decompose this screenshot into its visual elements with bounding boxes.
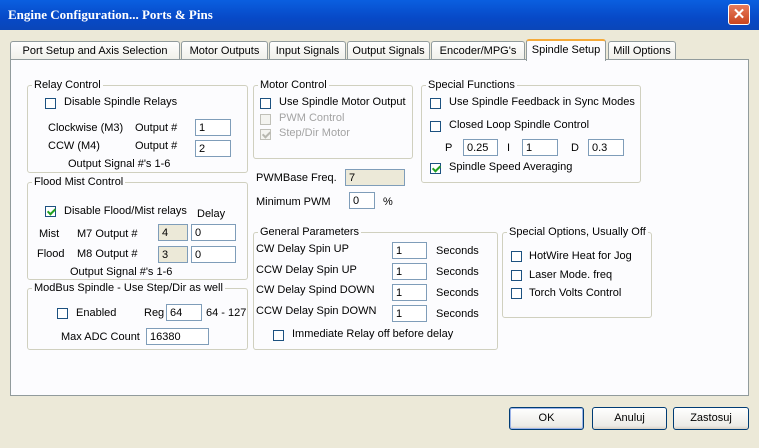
modbus-spindle-title: ModBus Spindle - Use Step/Dir as well <box>34 282 223 294</box>
closed-loop-checkbox[interactable] <box>430 121 441 132</box>
disable-spindle-relays-label: Disable Spindle Relays <box>64 96 178 108</box>
flood-mist-title: Flood Mist Control <box>34 176 124 188</box>
step-dir-motor-label: Step/Dir Motor <box>279 127 350 139</box>
tab-encoder-mpg[interactable]: Encoder/MPG's <box>431 41 525 59</box>
ccw-spin-up-input[interactable] <box>392 263 427 280</box>
relay-output-note: Output Signal #'s 1-6 <box>68 158 171 170</box>
tab-output-signals[interactable]: Output Signals <box>347 41 430 59</box>
ccw-spin-up-unit: Seconds <box>436 266 479 278</box>
delay-label: Delay <box>197 208 226 220</box>
cw-spin-up-input[interactable] <box>392 242 427 259</box>
closed-loop-label: Closed Loop Spindle Control <box>449 119 590 131</box>
torch-volts-label: Torch Volts Control <box>529 287 622 299</box>
ccw-spin-down-input[interactable] <box>392 305 427 322</box>
cancel-button[interactable]: Anuluj <box>592 407 667 430</box>
pwm-base-freq-label: PWMBase Freq. <box>256 172 337 184</box>
use-spindle-motor-label: Use Spindle Motor Output <box>279 96 406 108</box>
hotwire-checkbox[interactable] <box>511 251 522 262</box>
disable-flood-mist-label: Disable Flood/Mist relays <box>64 205 187 217</box>
m8-output-input[interactable] <box>158 246 188 263</box>
modbus-enabled-label: Enabled <box>76 307 117 319</box>
immediate-relay-checkbox[interactable] <box>273 330 284 341</box>
pwm-base-freq-input[interactable] <box>345 169 405 186</box>
laser-mode-checkbox[interactable] <box>511 270 522 281</box>
spindle-feedback-checkbox[interactable] <box>430 98 441 109</box>
speed-averaging-checkbox[interactable] <box>430 163 441 174</box>
apply-button[interactable]: Zastosuj <box>673 407 749 430</box>
p-input[interactable] <box>463 139 498 156</box>
tab-input-signals[interactable]: Input Signals <box>269 41 346 59</box>
tab-mill-options[interactable]: Mill Options <box>608 41 676 59</box>
general-parameters-title: General Parameters <box>260 226 360 238</box>
special-functions-title: Special Functions <box>428 79 515 91</box>
immediate-relay-label: Immediate Relay off before delay <box>292 328 454 340</box>
disable-spindle-relays-checkbox[interactable] <box>45 98 56 109</box>
speed-averaging-label: Spindle Speed Averaging <box>449 161 573 173</box>
ccw-output-input[interactable] <box>195 140 231 157</box>
modbus-enabled-checkbox[interactable] <box>57 308 68 319</box>
cw-spin-up-label: CW Delay Spin UP <box>256 243 349 255</box>
p-label: P <box>445 142 453 154</box>
use-spindle-motor-checkbox[interactable] <box>260 98 271 109</box>
mist-label: Mist <box>39 228 60 240</box>
torch-volts-checkbox[interactable] <box>511 288 522 299</box>
disable-flood-mist-checkbox[interactable] <box>45 206 56 217</box>
motor-control-title: Motor Control <box>260 79 327 91</box>
special-options-title: Special Options, Usually Off <box>509 226 646 238</box>
cw-output-input[interactable] <box>195 119 231 136</box>
modbus-reg-input[interactable] <box>166 304 202 321</box>
ccw-spin-up-label: CCW Delay Spin UP <box>256 264 357 276</box>
flood-delay-input[interactable] <box>191 246 236 263</box>
m7-output-input[interactable] <box>158 224 188 241</box>
mist-delay-input[interactable] <box>191 224 236 241</box>
i-input[interactable] <box>522 139 558 156</box>
d-input[interactable] <box>588 139 624 156</box>
ccw-spin-down-label: CCW Delay Spin DOWN <box>256 305 377 317</box>
m7-output-label: M7 Output # <box>77 228 138 240</box>
minimum-pwm-label: Minimum PWM <box>256 196 331 208</box>
d-label: D <box>571 142 579 154</box>
laser-mode-label: Laser Mode. freq <box>529 269 613 281</box>
spindle-feedback-label: Use Spindle Feedback in Sync Modes <box>449 96 635 108</box>
modbus-reg-label: Reg <box>144 307 165 319</box>
relay-control-title: Relay Control <box>34 79 101 91</box>
window-title: Engine Configuration... Ports & Pins <box>8 7 213 22</box>
minimum-pwm-input[interactable] <box>349 192 375 209</box>
modbus-reg-range: 64 - 127 <box>206 307 247 319</box>
close-button[interactable]: ✕ <box>728 4 750 25</box>
cw-spin-down-input[interactable] <box>392 284 427 301</box>
max-adc-label: Max ADC Count <box>61 331 140 343</box>
tab-port-setup[interactable]: Port Setup and Axis Selection <box>10 41 180 59</box>
hotwire-label: HotWire Heat for Jog <box>529 250 632 262</box>
ccw-spin-down-unit: Seconds <box>436 308 479 320</box>
pwm-control-label: PWM Control <box>279 112 345 124</box>
m8-output-label: M8 Output # <box>77 248 138 260</box>
minimum-pwm-unit: % <box>383 196 393 208</box>
cw-spin-up-unit: Seconds <box>436 245 479 257</box>
flood-output-note: Output Signal #'s 1-6 <box>70 266 173 278</box>
ok-button[interactable]: OK <box>509 407 584 430</box>
cw-output-label: Output # <box>135 122 178 134</box>
ccw-label: CCW (M4) <box>48 140 100 152</box>
tab-spindle-setup[interactable]: Spindle Setup <box>526 39 606 61</box>
cw-spin-down-label: CW Delay Spind DOWN <box>256 284 375 296</box>
ccw-output-label: Output # <box>135 140 178 152</box>
step-dir-motor-checkbox[interactable] <box>260 129 271 140</box>
pwm-control-checkbox[interactable] <box>260 114 271 125</box>
tab-motor-outputs[interactable]: Motor Outputs <box>181 41 268 59</box>
clockwise-label: Clockwise (M3) <box>48 122 124 134</box>
flood-label: Flood <box>37 248 65 260</box>
i-label: I <box>507 142 511 154</box>
max-adc-input[interactable] <box>146 328 209 345</box>
cw-spin-down-unit: Seconds <box>436 287 479 299</box>
